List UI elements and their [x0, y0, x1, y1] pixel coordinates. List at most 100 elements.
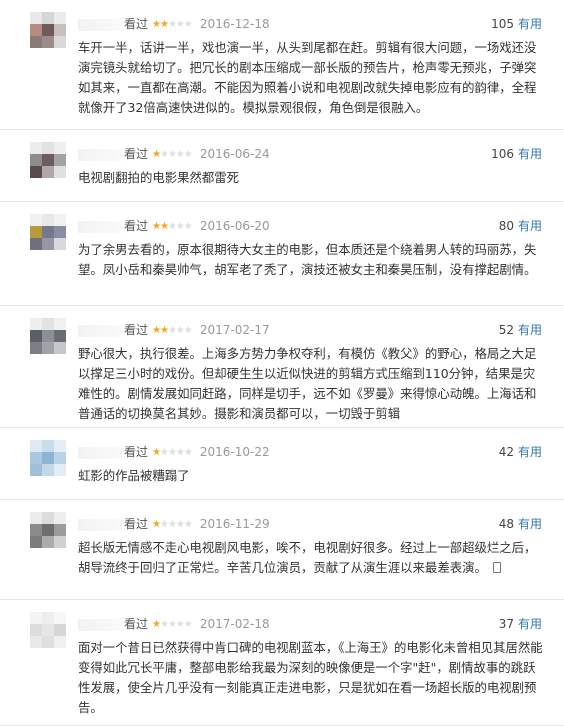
- useful-button[interactable]: 有用: [518, 517, 542, 531]
- review-meta: 看过 ★★★★★ 2016-12-18 105 有用: [78, 14, 542, 34]
- rating-stars: ★★★★★: [152, 515, 193, 535]
- star-empty-icon: ★: [183, 19, 193, 30]
- star-filled-icon: ★: [159, 221, 169, 232]
- star-filled-icon: ★: [152, 325, 161, 336]
- review-date: 2017-02-17: [199, 323, 270, 337]
- star-empty-icon: ★: [183, 221, 193, 232]
- watched-status: 看过: [124, 517, 149, 531]
- star-empty-icon: ★: [183, 325, 193, 336]
- useful-votes: 80 有用: [499, 216, 542, 236]
- username-redacted[interactable]: [78, 148, 122, 161]
- useful-votes: 105 有用: [491, 14, 542, 34]
- useful-votes: 48 有用: [499, 514, 542, 534]
- review-item: 看过 ★★★★★ 2016-06-20 80 有用 为了余男去看的，原本很期待大女主的电影…: [0, 202, 564, 306]
- star-empty-icon: ★: [167, 325, 177, 336]
- review-date: 2016-10-22: [199, 445, 270, 459]
- vote-count: 105: [491, 17, 514, 31]
- review-meta: 看过 ★★★★★ 2016-11-29 48 有用: [78, 514, 542, 534]
- review-item: 看过 ★★★★★ 2016-06-24 106 有用 电视剧翻拍的电影果然都雷死: [0, 130, 564, 202]
- avatar[interactable]: [30, 142, 66, 178]
- vote-count: 37: [498, 617, 514, 631]
- avatar[interactable]: [30, 512, 66, 548]
- review-meta: 看过 ★★★★★ 2017-02-17 52 有用: [78, 320, 542, 340]
- watched-status: 看过: [124, 17, 149, 31]
- watched-status: 看过: [124, 147, 149, 161]
- review-date: 2016-06-20: [199, 219, 270, 233]
- rating-stars: ★★★★★: [152, 321, 193, 341]
- review-text-content: 为了余男去看的，原本很期待大女主的电影，但本质还是个绕着男人转的玛丽苏，失望。凤…: [78, 242, 537, 277]
- review-date: 2016-12-18: [199, 17, 270, 31]
- watched-status: 看过: [124, 617, 149, 631]
- review-item: 看过 ★★★★★ 2016-12-18 105 有用车开一半，话讲一半，戏也演一半，从头…: [0, 0, 564, 130]
- watched-status: 看过: [124, 323, 149, 337]
- vote-count: 106: [491, 147, 514, 161]
- review-item: 看过 ★★★★★ 2017-02-18 37 有用面对一个昔日已然获得中肯口碑的电视剧蓝…: [0, 600, 564, 726]
- review-text-content: 野心很大，执行很差。上海多方势力争权夺利，有模仿《教父》的野心，格局之大足以撑足…: [78, 346, 537, 421]
- review-text: 野心很大，执行很差。上海多方势力争权夺利，有模仿《教父》的野心，格局之大足以撑足…: [78, 344, 544, 424]
- review-meta: 看过 ★★★★★ 2016-06-24 106 有用: [78, 144, 542, 164]
- star-filled-icon: ★: [152, 221, 161, 232]
- useful-votes: 42 有用: [499, 442, 542, 462]
- review-text: 车开一半，话讲一半，戏也演一半，从头到尾都在赶。剪辑有很大问题，一场戏还没演完镜…: [78, 38, 544, 118]
- review-text-content: 车开一半，话讲一半，戏也演一半，从头到尾都在赶。剪辑有很大问题，一场戏还没演完镜…: [78, 40, 537, 115]
- vote-count: 42: [498, 445, 514, 459]
- review-item: 看过 ★★★★★ 2016-10-22 42 有用 虹影的作品被糟蹋了: [0, 428, 564, 500]
- star-empty-icon: ★: [175, 619, 185, 630]
- expand-icon[interactable]: [492, 562, 501, 573]
- avatar[interactable]: [30, 214, 66, 250]
- watched-status: 看过: [124, 219, 149, 233]
- review-list: 看过 ★★★★★ 2016-12-18 105 有用 车开一半，话讲一半，戏也演一半，从头…: [0, 0, 564, 726]
- star-empty-icon: ★: [167, 619, 177, 630]
- star-filled-icon: ★: [159, 19, 169, 30]
- review-meta: 看过 ★★★★★ 2016-10-22 42 有用: [78, 442, 542, 462]
- rating-stars: ★★★★★: [152, 615, 193, 635]
- star-filled-icon: ★: [152, 19, 161, 30]
- star-empty-icon: ★: [167, 149, 177, 160]
- review-date: 2017-02-18: [199, 617, 270, 631]
- username-redacted[interactable]: [78, 518, 122, 531]
- vote-count: 52: [498, 323, 514, 337]
- useful-button[interactable]: 有用: [518, 219, 542, 233]
- username-redacted[interactable]: [78, 18, 122, 31]
- review-text-content: 电视剧翻拍的电影果然都雷死: [78, 170, 240, 185]
- useful-button[interactable]: 有用: [518, 147, 542, 161]
- vote-count: 48: [498, 517, 514, 531]
- rating-stars: ★★★★★: [152, 145, 193, 165]
- vote-count: 80: [498, 219, 514, 233]
- avatar[interactable]: [30, 318, 66, 354]
- star-empty-icon: ★: [167, 447, 177, 458]
- username-redacted[interactable]: [78, 618, 122, 631]
- star-empty-icon: ★: [183, 447, 193, 458]
- star-filled-icon: ★: [152, 619, 161, 630]
- review-text-content: 面对一个昔日已然获得中肯口碑的电视剧蓝本，《上海王》的电影化未曾相见其居然能变得…: [78, 640, 543, 715]
- star-empty-icon: ★: [183, 149, 193, 160]
- rating-stars: ★★★★★: [152, 443, 193, 463]
- avatar[interactable]: [30, 12, 66, 48]
- username-redacted[interactable]: [78, 220, 122, 233]
- username-redacted[interactable]: [78, 446, 122, 459]
- review-text: 面对一个昔日已然获得中肯口碑的电视剧蓝本，《上海王》的电影化未曾相见其居然能变得…: [78, 638, 544, 718]
- review-text: 为了余男去看的，原本很期待大女主的电影，但本质还是个绕着男人转的玛丽苏，失望。凤…: [78, 240, 544, 280]
- review-text-content: 虹影的作品被糟蹋了: [78, 468, 190, 483]
- review-text: 电视剧翻拍的电影果然都雷死: [78, 168, 544, 188]
- star-filled-icon: ★: [152, 447, 161, 458]
- useful-votes: 106 有用: [491, 144, 542, 164]
- star-empty-icon: ★: [159, 519, 169, 530]
- review-date: 2016-11-29: [199, 517, 270, 531]
- useful-button[interactable]: 有用: [518, 617, 542, 631]
- star-empty-icon: ★: [167, 519, 177, 530]
- star-empty-icon: ★: [175, 519, 185, 530]
- star-filled-icon: ★: [159, 325, 169, 336]
- rating-stars: ★★★★★: [152, 15, 193, 35]
- useful-button[interactable]: 有用: [518, 17, 542, 31]
- review-item: 看过 ★★★★★ 2017-02-17 52 有用野心很大，执行很差。上海多方势力争权夺…: [0, 306, 564, 428]
- star-empty-icon: ★: [175, 221, 185, 232]
- review-text-content: 超长版无情感不走心电视剧风电影，唉不，电视剧好很多。经过上一部超级烂之后，胡导流…: [78, 540, 537, 575]
- avatar[interactable]: [30, 612, 66, 648]
- username-redacted[interactable]: [78, 324, 122, 337]
- review-text: 超长版无情感不走心电视剧风电影，唉不，电视剧好很多。经过上一部超级烂之后，胡导流…: [78, 538, 544, 578]
- avatar[interactable]: [30, 440, 66, 476]
- star-empty-icon: ★: [183, 619, 193, 630]
- useful-button[interactable]: 有用: [518, 323, 542, 337]
- useful-button[interactable]: 有用: [518, 445, 542, 459]
